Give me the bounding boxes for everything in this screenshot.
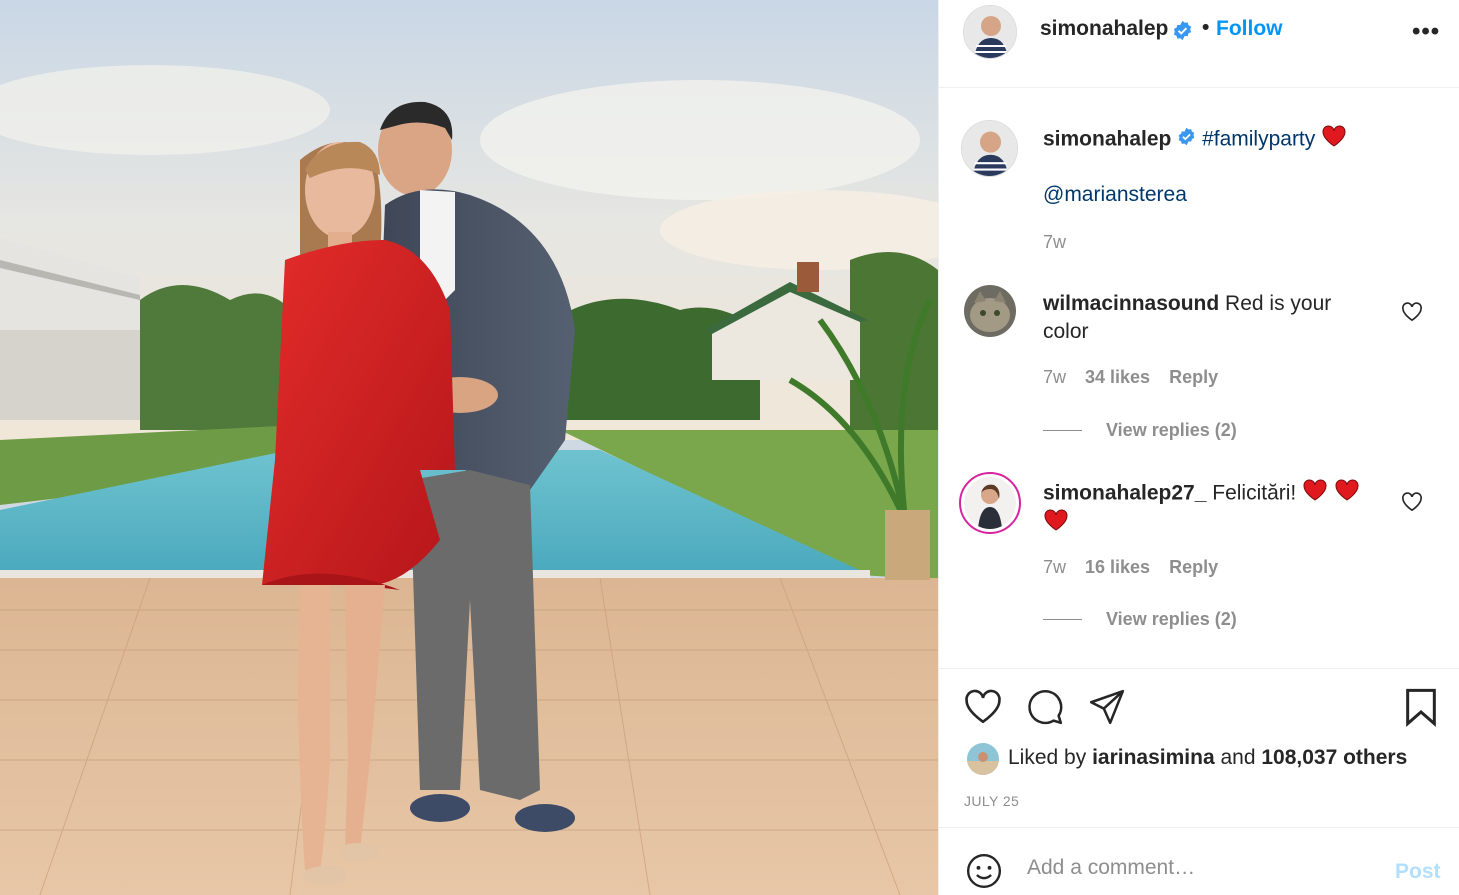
share-icon[interactable] <box>1087 688 1127 731</box>
verified-badge-icon <box>1172 20 1193 46</box>
comment-meta: 7w 34 likes Reply <box>1043 367 1218 388</box>
verified-badge-icon <box>1177 126 1196 154</box>
mention-link[interactable]: @mariansterea <box>1043 181 1187 209</box>
caption-author-avatar[interactable] <box>961 120 1018 177</box>
red-heart-emoji <box>1302 479 1328 509</box>
heart-icon[interactable] <box>963 689 1003 730</box>
caption-time: 7w <box>1043 232 1066 253</box>
post-date[interactable]: JULY 25 <box>964 793 1019 809</box>
reply-button[interactable]: Reply <box>1169 557 1218 578</box>
post-details-panel: simonahalep • Follow ••• simonahalep #fa… <box>938 0 1459 895</box>
like-comment-heart-icon[interactable] <box>1401 302 1423 327</box>
emoji-icon[interactable] <box>965 852 1003 895</box>
comment-meta: 7w 16 likes Reply <box>1043 557 1218 578</box>
post-image <box>0 0 938 895</box>
likes-count[interactable]: 108,037 others <box>1261 746 1407 769</box>
comment-author[interactable]: wilmacinnasound <box>1043 292 1219 315</box>
comment-time: 7w <box>1043 367 1067 387</box>
hashtag-link[interactable]: #familyparty <box>1202 128 1315 151</box>
red-heart-emoji <box>1334 479 1360 509</box>
caption-author[interactable]: simonahalep <box>1043 128 1171 151</box>
red-heart-emoji <box>1321 125 1347 155</box>
liker-username[interactable]: iarinasimina <box>1092 746 1215 769</box>
post-comment-button[interactable]: Post <box>1395 860 1441 884</box>
comment-author[interactable]: simonahalep27_ <box>1043 482 1206 505</box>
comment-text: simonahalep27_ Felicitări! <box>1043 479 1373 539</box>
replies-divider <box>1043 430 1082 431</box>
bookmark-icon[interactable] <box>1403 687 1439 732</box>
author-avatar[interactable] <box>963 5 1017 59</box>
more-options-icon[interactable]: ••• <box>1412 20 1440 44</box>
like-comment-heart-icon[interactable] <box>1401 492 1423 517</box>
comment-likes[interactable]: 34 likes <box>1085 367 1150 388</box>
liker-avatar[interactable] <box>967 743 999 775</box>
comment-icon[interactable] <box>1026 688 1064 731</box>
post-actions: Liked by iarinasimina and 108,037 others… <box>939 668 1459 827</box>
comment-input[interactable] <box>1027 856 1367 880</box>
comment-text: wilmacinnasound Red is your color <box>1043 290 1373 346</box>
commenter-avatar[interactable] <box>959 472 1021 534</box>
author-username[interactable]: simonahalep <box>1040 17 1168 41</box>
view-replies-button[interactable]: View replies (2) <box>1043 609 1237 630</box>
red-heart-emoji <box>1043 509 1069 539</box>
view-replies-label: View replies (2) <box>1106 420 1237 440</box>
comment-likes[interactable]: 16 likes <box>1085 557 1150 578</box>
commenter-avatar[interactable] <box>964 285 1016 337</box>
comments-section: simonahalep #familyparty @mariansterea 7… <box>939 88 1459 668</box>
comment-time: 7w <box>1043 557 1067 577</box>
separator-dot: • <box>1202 16 1210 39</box>
replies-divider <box>1043 619 1082 620</box>
comment-body: Felicitări! <box>1212 481 1297 505</box>
view-replies-button[interactable]: View replies (2) <box>1043 420 1237 441</box>
post-header: simonahalep • Follow ••• <box>939 0 1459 88</box>
caption: simonahalep #familyparty <box>1043 125 1443 155</box>
likes-summary: Liked by iarinasimina and 108,037 others <box>1008 746 1407 770</box>
view-replies-label: View replies (2) <box>1106 609 1237 629</box>
caption-timestamp: 7w <box>1043 232 1067 252</box>
reply-button[interactable]: Reply <box>1169 367 1218 388</box>
add-comment-bar: Post <box>939 827 1459 895</box>
liked-by-prefix: Liked by <box>1008 746 1087 769</box>
follow-button[interactable]: Follow <box>1216 17 1283 41</box>
liked-by-middle: and <box>1220 746 1256 769</box>
post-photo[interactable] <box>0 0 938 895</box>
